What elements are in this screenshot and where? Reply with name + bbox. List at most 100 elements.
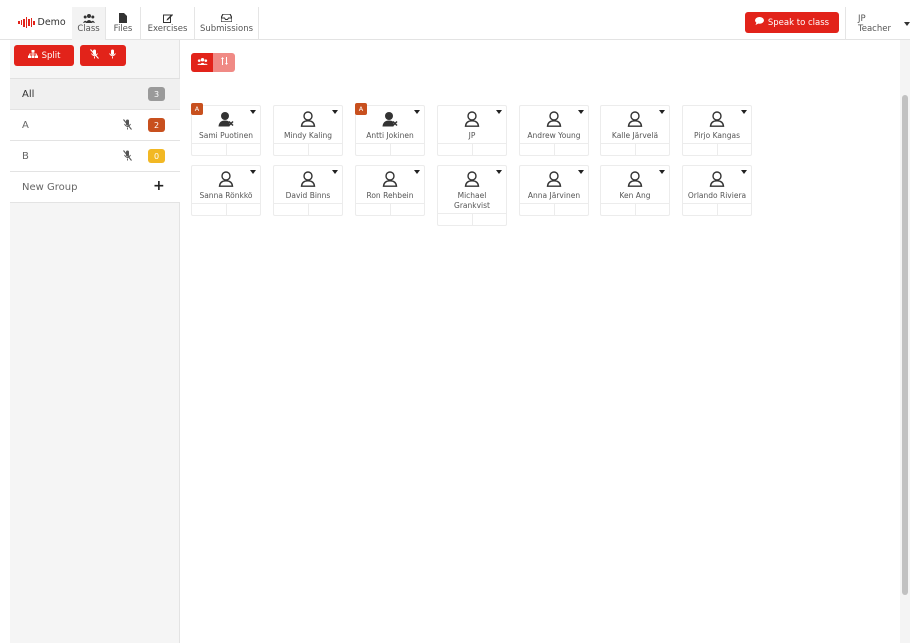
student-card[interactable]: A Antti Jokinen bbox=[355, 103, 425, 156]
status-slot bbox=[438, 214, 472, 225]
student-card[interactable]: A Sami Puotinen bbox=[191, 103, 261, 156]
plus-icon[interactable]: + bbox=[153, 178, 165, 194]
chevron-down-icon bbox=[904, 21, 910, 26]
student-status-slots bbox=[683, 143, 751, 155]
student-status-slots bbox=[356, 203, 424, 215]
status-slot bbox=[225, 204, 261, 215]
student-name: Mindy Kaling bbox=[284, 131, 332, 140]
status-slot bbox=[553, 144, 589, 155]
chevron-down-icon[interactable] bbox=[659, 170, 665, 174]
student-name: JP bbox=[468, 131, 476, 140]
tab-exercises[interactable]: Exercises bbox=[141, 7, 195, 40]
mic-icon bbox=[109, 49, 116, 62]
student-card[interactable]: Anna Järvinen bbox=[519, 165, 589, 216]
status-slot bbox=[356, 204, 390, 215]
student-name: Ken Ang bbox=[619, 191, 651, 200]
status-slot bbox=[683, 144, 717, 155]
chevron-down-icon[interactable] bbox=[741, 110, 747, 114]
status-slot bbox=[634, 204, 670, 215]
top-bar: Demo Class Files Exercises Submissions S… bbox=[0, 7, 910, 40]
chevron-down-icon[interactable] bbox=[414, 110, 420, 114]
status-slot bbox=[601, 144, 635, 155]
new-group-item[interactable]: New Group + bbox=[10, 172, 180, 203]
chevron-down-icon[interactable] bbox=[578, 110, 584, 114]
speak-to-class-button[interactable]: Speak to class bbox=[745, 12, 839, 33]
chevron-down-icon[interactable] bbox=[659, 110, 665, 114]
status-slot bbox=[601, 204, 635, 215]
status-slot bbox=[553, 204, 589, 215]
status-slot bbox=[389, 144, 425, 155]
chevron-down-icon[interactable] bbox=[414, 170, 420, 174]
grid-view-button[interactable] bbox=[191, 53, 213, 72]
student-status-slots bbox=[356, 143, 424, 155]
count-badge: 0 bbox=[148, 149, 165, 163]
student-name: Kalle Järvelä bbox=[611, 131, 659, 140]
student-card[interactable]: Kalle Järvelä bbox=[600, 105, 670, 156]
student-card[interactable]: Sanna Rönkkö bbox=[191, 165, 261, 216]
inbox-icon bbox=[221, 13, 232, 23]
chat-bubble-icon bbox=[754, 17, 764, 28]
chevron-down-icon[interactable] bbox=[741, 170, 747, 174]
user-icon bbox=[300, 111, 316, 130]
users-icon bbox=[196, 57, 208, 68]
user-icon bbox=[546, 171, 562, 190]
scrollbar-thumb[interactable] bbox=[902, 95, 908, 595]
status-slot bbox=[634, 144, 670, 155]
student-card[interactable]: Pirjo Kangas bbox=[682, 105, 752, 156]
student-status-slots bbox=[192, 143, 260, 155]
mic-off-icon[interactable] bbox=[123, 150, 132, 164]
student-status-slots bbox=[274, 143, 342, 155]
student-card[interactable]: JP bbox=[437, 105, 507, 156]
mute-toggle-button[interactable] bbox=[80, 45, 126, 66]
chevron-down-icon[interactable] bbox=[332, 170, 338, 174]
user-menu[interactable]: JP Teacher bbox=[845, 7, 910, 40]
chevron-down-icon[interactable] bbox=[496, 110, 502, 114]
student-status-slots bbox=[601, 203, 669, 215]
group-item-a[interactable]: A 2 bbox=[10, 110, 180, 141]
student-status-slots bbox=[438, 143, 506, 155]
status-slot bbox=[274, 204, 308, 215]
status-slot bbox=[356, 144, 390, 155]
user-offline-icon bbox=[218, 111, 234, 130]
student-card[interactable]: Ken Ang bbox=[600, 165, 670, 216]
student-card[interactable]: Mindy Kaling bbox=[273, 105, 343, 156]
chevron-down-icon[interactable] bbox=[578, 170, 584, 174]
student-name: Antti Jokinen bbox=[366, 131, 414, 140]
chevron-down-icon[interactable] bbox=[250, 110, 256, 114]
status-slot bbox=[520, 144, 554, 155]
split-button[interactable]: Split bbox=[14, 45, 74, 66]
student-status-slots bbox=[438, 213, 506, 225]
student-name: David Binns bbox=[285, 191, 331, 200]
tab-class[interactable]: Class bbox=[72, 7, 106, 40]
chevron-down-icon[interactable] bbox=[250, 170, 256, 174]
sort-icon bbox=[220, 57, 228, 68]
chevron-down-icon[interactable] bbox=[496, 170, 502, 174]
student-status-slots bbox=[274, 203, 342, 215]
user-offline-icon bbox=[382, 111, 398, 130]
chevron-down-icon[interactable] bbox=[332, 110, 338, 114]
student-card[interactable]: Michael Grankvist bbox=[437, 165, 507, 226]
status-slot bbox=[716, 144, 752, 155]
groups-panel: Split All 3 A 2 B 0 New Group + bbox=[10, 40, 180, 643]
student-status-slots bbox=[601, 143, 669, 155]
student-card[interactable]: Andrew Young bbox=[519, 105, 589, 156]
student-card[interactable]: Ron Rehbein bbox=[355, 165, 425, 216]
group-item-all[interactable]: All 3 bbox=[10, 79, 180, 110]
student-header bbox=[192, 166, 260, 190]
student-card[interactable]: Orlando Riviera bbox=[682, 165, 752, 216]
status-slot bbox=[471, 144, 507, 155]
app-logo[interactable]: Demo bbox=[18, 17, 66, 28]
group-item-b[interactable]: B 0 bbox=[10, 141, 180, 172]
user-icon bbox=[300, 171, 316, 190]
user-icon bbox=[709, 111, 725, 130]
sort-view-button[interactable] bbox=[213, 53, 235, 72]
user-icon bbox=[218, 171, 234, 190]
student-header bbox=[356, 106, 424, 130]
student-card[interactable]: David Binns bbox=[273, 165, 343, 216]
mic-off-icon[interactable] bbox=[123, 119, 132, 133]
tab-files[interactable]: Files bbox=[106, 7, 141, 40]
user-icon bbox=[464, 111, 480, 130]
user-icon bbox=[709, 171, 725, 190]
student-header bbox=[683, 166, 751, 190]
tab-submissions[interactable]: Submissions bbox=[195, 7, 259, 40]
